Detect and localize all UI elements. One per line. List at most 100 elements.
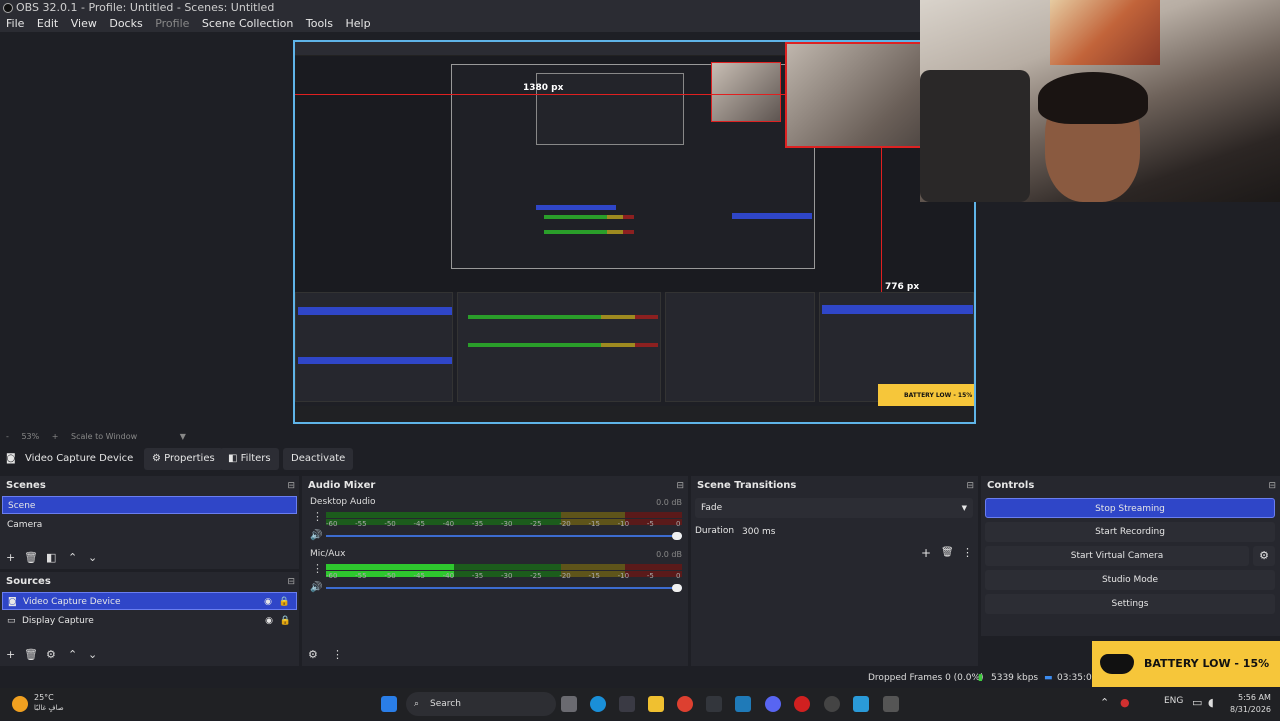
source-properties-icon[interactable]: ⚙ (46, 646, 56, 664)
volume-meter (326, 564, 682, 570)
properties-button[interactable]: ⚙ Properties (144, 448, 223, 470)
scene-item[interactable]: Camera (2, 516, 297, 534)
start-virtual-camera-button[interactable]: Start Virtual Camera (985, 546, 1249, 566)
add-source-icon[interactable]: + (6, 646, 15, 664)
speaker-icon[interactable]: 🔊 (310, 582, 322, 593)
tray-chevron-up-icon[interactable]: ⌃ (1100, 696, 1109, 712)
zoom-in-button[interactable]: + (52, 432, 59, 441)
menu-help[interactable]: Help (345, 17, 370, 30)
deactivate-button[interactable]: Deactivate (283, 448, 354, 470)
eye-icon[interactable]: ◉ (264, 593, 272, 611)
start-recording-button[interactable]: Start Recording (985, 522, 1275, 542)
audio-mixer-header: Audio Mixer ⊟ (302, 476, 688, 496)
menu-docks[interactable]: Docks (109, 17, 142, 30)
program-preview[interactable]: 1380 px 776 px BATTERY LOW - 15% (293, 40, 976, 424)
monitor-icon: ▭ (7, 616, 16, 626)
edge-icon[interactable] (590, 696, 606, 712)
menu-file[interactable]: File (6, 17, 24, 30)
transition-select[interactable]: Fade ▼ (695, 498, 973, 518)
store-icon[interactable] (619, 696, 635, 712)
remove-transition-icon[interactable]: 🗑 (941, 547, 954, 558)
preview-nested-selection (536, 205, 616, 210)
speaker-icon[interactable]: 🔊 (310, 530, 322, 541)
scene-filters-icon[interactable]: ◧ (46, 549, 56, 567)
preview-camera-tiny (711, 62, 781, 122)
app-icon-3[interactable] (883, 696, 899, 712)
volume-slider-knob[interactable] (672, 584, 682, 592)
studio-mode-button[interactable]: Studio Mode (985, 570, 1275, 590)
network-icon[interactable]: ▭ (1192, 696, 1202, 712)
advanced-audio-icon[interactable]: ⚙ (308, 646, 318, 664)
menu-edit[interactable]: Edit (37, 17, 58, 30)
remove-scene-icon[interactable]: 🗑 (24, 549, 38, 567)
volume-slider[interactable] (326, 535, 682, 537)
channel-menu-icon[interactable]: ⋮ (312, 562, 323, 575)
dock-float-icon[interactable]: ⊟ (287, 572, 295, 592)
meter-tick-label: -35 (471, 520, 484, 528)
windows-start-icon[interactable] (381, 696, 397, 712)
move-down-icon[interactable]: ⌄ (88, 646, 97, 664)
status-bar: Dropped Frames 0 (0.0%) ▮ 5339 kbps ▬ 03… (0, 670, 1280, 686)
source-item[interactable]: Display Capture ▭ ◉ 🔒 (2, 612, 297, 630)
virtual-camera-settings-icon[interactable]: ⚙ (1253, 546, 1275, 566)
meter-tick-label: -20 (559, 520, 571, 528)
chrome-icon[interactable] (677, 696, 693, 712)
dock-float-icon[interactable]: ⊟ (676, 476, 684, 496)
menu-view[interactable]: View (71, 17, 97, 30)
menu-tools[interactable]: Tools (306, 17, 333, 30)
task-view-icon[interactable] (561, 696, 577, 712)
zoom-bar: - 53% + Scale to Window ▼ (0, 430, 1280, 444)
preview-scene-selected (298, 307, 452, 315)
remove-source-icon[interactable]: 🗑 (24, 646, 38, 664)
discord-icon[interactable] (765, 696, 781, 712)
mixer-menu-icon[interactable]: ⋮ (332, 646, 343, 664)
scale-mode-dropdown-icon[interactable]: ▼ (180, 432, 186, 441)
transitions-title: Scene Transitions (697, 480, 797, 491)
duration-input[interactable]: 300 ms (737, 522, 973, 542)
transition-menu-icon[interactable]: ⋮ (962, 546, 973, 559)
meter-tick-label: -50 (384, 572, 396, 580)
taskbar-search[interactable]: ⌕ Search (406, 692, 556, 716)
lock-icon[interactable]: 🔒 (279, 593, 290, 611)
channel-menu-icon[interactable]: ⋮ (312, 510, 323, 523)
battery-text: BATTERY LOW - 15% (1144, 657, 1270, 670)
zoom-out-button[interactable]: - (6, 432, 9, 441)
add-transition-icon[interactable]: + (921, 546, 931, 560)
dock-float-icon[interactable]: ⊟ (966, 476, 974, 496)
scale-mode[interactable]: Scale to Window (71, 432, 137, 441)
scenes-title: Scenes (6, 480, 46, 491)
volume-icon[interactable]: ◖ (1208, 696, 1214, 712)
channel-name: Mic/Aux (310, 549, 346, 559)
language-indicator[interactable]: ENG (1164, 696, 1183, 712)
settings-button[interactable]: Settings (985, 594, 1275, 614)
move-up-icon[interactable]: ⌃ (68, 646, 77, 664)
file-explorer-icon[interactable] (648, 696, 664, 712)
weather-icon[interactable] (12, 696, 28, 712)
lock-icon[interactable]: 🔒 (280, 612, 291, 630)
volume-slider-knob[interactable] (672, 532, 682, 540)
scene-item[interactable]: Scene (2, 496, 297, 514)
eye-icon[interactable]: ◉ (265, 612, 273, 630)
recording-app-icon[interactable] (794, 696, 810, 712)
menu-scene-collection[interactable]: Scene Collection (202, 17, 293, 30)
add-scene-icon[interactable]: + (6, 549, 15, 567)
meter-tick-label: -15 (588, 572, 600, 580)
volume-slider[interactable] (326, 587, 682, 589)
obs-icon[interactable] (824, 696, 840, 712)
controls-dock: Controls ⊟ Stop Streaming Start Recordin… (981, 476, 1280, 636)
source-item[interactable]: Video Capture Device ◙ ◉ 🔒 (2, 592, 297, 610)
tray-app-icon[interactable]: ● (1120, 696, 1130, 712)
stop-streaming-button[interactable]: Stop Streaming (985, 498, 1275, 518)
app-icon-2[interactable] (853, 696, 869, 712)
meter-tick-label: -25 (530, 520, 542, 528)
dock-float-icon[interactable]: ⊟ (287, 476, 295, 496)
menu-profile[interactable]: Profile (155, 17, 189, 30)
scenes-header: Scenes ⊟ (0, 476, 299, 496)
dock-float-icon[interactable]: ⊟ (1268, 476, 1276, 496)
filters-button[interactable]: ◧ Filters (220, 448, 279, 470)
word-icon[interactable] (706, 696, 722, 712)
move-up-icon[interactable]: ⌃ (68, 549, 77, 567)
app-icon[interactable] (735, 696, 751, 712)
move-down-icon[interactable]: ⌄ (88, 549, 97, 567)
clock-date[interactable]: 8/31/2026 (1230, 705, 1271, 721)
